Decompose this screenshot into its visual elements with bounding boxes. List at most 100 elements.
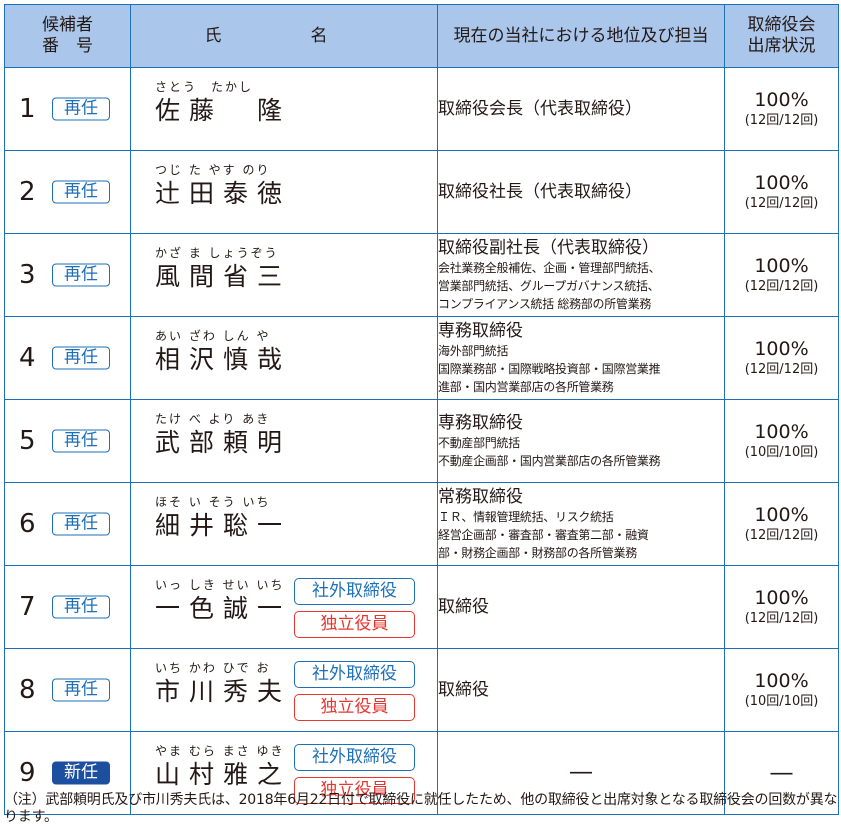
candidate-number-cell: 3 再任 — [4, 233, 131, 317]
header-position: 現在の当社における地位及び担当 — [437, 4, 725, 68]
attendance-cell: 100% (12回/12回) — [724, 316, 839, 400]
position-duty: 不動産部門統括 — [438, 436, 520, 450]
position-cell: 取締役社長（代表取締役） — [437, 150, 725, 234]
candidate-number-cell: 2 再任 — [4, 150, 131, 234]
candidate-table: 候補者 番 号 氏 名 現在の当社における地位及び担当 取締役会 出席状況 1 … — [4, 4, 839, 815]
position-duty: 営業部門統括、グループガバナンス統括、 — [438, 279, 660, 293]
candidate-number-cell: 6 再任 — [4, 482, 131, 566]
name-cell: つじ た やす のり 辻田泰徳 — [130, 150, 438, 234]
candidate-name: 山村雅之 — [155, 760, 292, 789]
name-cell: いっ しき せい いち 一色誠一 社外取締役 独立役員 — [130, 565, 438, 649]
table-row: 6 再任 ほそ い そう いち 細井聡一 常務取締役 ＩＲ、情報管理統括、リスク… — [4, 482, 839, 566]
attendance-cell: 100% (12回/12回) — [724, 233, 839, 317]
position-title: 専務取締役 — [438, 413, 523, 433]
candidate-name: 市川秀夫 — [155, 677, 292, 706]
status-badge: 再任 — [52, 97, 110, 121]
attendance-cell: 100% (12回/12回) — [724, 150, 839, 234]
candidate-name: 一色誠一 — [155, 594, 292, 623]
name-ruby: あい ざわ しん や — [155, 329, 271, 343]
candidate-number-cell: 8 再任 — [4, 648, 131, 732]
attendance-rate: 100% — [754, 421, 809, 443]
header-candidate-number: 候補者 番 号 — [4, 4, 131, 68]
candidate-number: 3 — [19, 260, 36, 290]
candidate-number: 6 — [19, 509, 36, 539]
header-no-line2: 番 号 — [42, 36, 93, 56]
attendance-count: (12回/12回) — [744, 196, 819, 211]
position-cell: 取締役 — [437, 565, 725, 649]
table-row: 8 再任 いち かわ ひで お 市川秀夫 社外取締役 独立役員 取締役 100%… — [4, 648, 839, 732]
attendance-count: (12回/12回) — [744, 113, 819, 128]
table-row: 3 再任 かざ ま しょうぞう 風間省三 取締役副社長（代表取締役） 会社業務全… — [4, 233, 839, 317]
name-cell: たけ べ より あき 武部頼明 — [130, 399, 438, 483]
position-cell: 専務取締役 海外部門統括 国際業務部・国際戦略投資部・国際営業推 進部・国内営業… — [437, 316, 725, 400]
position-title: 取締役副社長（代表取締役） — [438, 238, 659, 258]
position-duty: 経営企画部・審査部・審査第二部・融資 — [438, 528, 649, 542]
position-duty: 国際業務部・国際戦略投資部・国際営業推 — [438, 362, 661, 376]
status-badge: 新任 — [52, 761, 110, 785]
position-title: 常務取締役 — [438, 487, 523, 507]
name-cell: いち かわ ひで お 市川秀夫 社外取締役 独立役員 — [130, 648, 438, 732]
name-cell: ほそ い そう いち 細井聡一 — [130, 482, 438, 566]
candidate-name: 佐藤 隆 — [155, 96, 292, 125]
table-header-row: 候補者 番 号 氏 名 現在の当社における地位及び担当 取締役会 出席状況 — [4, 4, 839, 68]
position-title: ― — [570, 760, 592, 785]
attendance-rate: 100% — [754, 338, 809, 360]
candidate-number: 5 — [19, 426, 36, 456]
attendance-count: (10回/10回) — [744, 694, 819, 709]
name-ruby: たけ べ より あき — [155, 412, 271, 426]
independent-officer-tag: 独立役員 — [294, 611, 415, 638]
name-ruby: やま むら まさ ゆき — [155, 744, 285, 758]
table-row: 7 再任 いっ しき せい いち 一色誠一 社外取締役 独立役員 取締役 100… — [4, 565, 839, 649]
position-cell: 取締役 — [437, 648, 725, 732]
position-title: 専務取締役 — [438, 321, 523, 341]
name-ruby: いっ しき せい いち — [155, 578, 285, 592]
table-row: 4 再任 あい ざわ しん や 相沢慎哉 専務取締役 海外部門統括 国際業務部・… — [4, 316, 839, 400]
status-badge: 再任 — [52, 429, 110, 453]
position-title: 取締役 — [438, 597, 489, 617]
status-badge: 再任 — [52, 595, 110, 619]
position-duty: ＩＲ、情報管理統括、リスク統括 — [438, 510, 614, 524]
independent-officer-tag: 独立役員 — [294, 694, 415, 721]
attendance-count: (12回/12回) — [744, 279, 819, 294]
candidate-name: 武部頼明 — [155, 428, 292, 457]
attendance-rate: 100% — [754, 587, 809, 609]
attendance-cell: 100% (12回/12回) — [724, 67, 839, 151]
table-row: 2 再任 つじ た やす のり 辻田泰徳 取締役社長（代表取締役） 100% (… — [4, 150, 839, 234]
name-ruby: さとう たかし — [155, 80, 254, 94]
header-no-line1: 候補者 — [42, 15, 93, 35]
candidate-name: 風間省三 — [155, 262, 292, 291]
attendance-rate: 100% — [754, 670, 809, 692]
name-ruby: つじ た やす のり — [155, 163, 271, 177]
attendance-count: (12回/12回) — [744, 528, 819, 543]
attendance-rate: 100% — [754, 172, 809, 194]
position-duty: 進部・国内営業部店の各所管業務 — [438, 380, 614, 394]
position-cell: 取締役会長（代表取締役） — [437, 67, 725, 151]
attendance-count: (12回/12回) — [744, 362, 819, 377]
candidate-number-cell: 1 再任 — [4, 67, 131, 151]
attendance-rate: ― — [770, 760, 793, 786]
attendance-rate: 100% — [754, 255, 809, 277]
attendance-rate: 100% — [754, 504, 809, 526]
attendance-count: (10回/10回) — [744, 445, 819, 460]
status-badge: 再任 — [52, 263, 110, 287]
outside-director-tag: 社外取締役 — [294, 578, 415, 605]
outside-director-tag: 社外取締役 — [294, 661, 415, 688]
status-badge: 再任 — [52, 678, 110, 702]
header-att-line2: 出席状況 — [747, 36, 816, 56]
candidate-number-cell: 5 再任 — [4, 399, 131, 483]
footnote: （注）武部頼明氏及び市川秀夫氏は、2018年6月22日付で取締役に就任したため、… — [4, 792, 838, 825]
candidate-name: 相沢慎哉 — [155, 345, 292, 374]
attendance-count: (12回/12回) — [744, 611, 819, 626]
candidate-number: 2 — [19, 177, 36, 207]
status-badge: 再任 — [52, 180, 110, 204]
attendance-cell: 100% (12回/12回) — [724, 482, 839, 566]
header-name-label: 氏 名 — [204, 25, 364, 46]
candidate-number-cell: 4 再任 — [4, 316, 131, 400]
attendance-cell: 100% (12回/12回) — [724, 565, 839, 649]
candidate-name: 細井聡一 — [155, 511, 292, 540]
header-attendance: 取締役会 出席状況 — [724, 4, 839, 68]
candidate-number: 8 — [19, 675, 36, 705]
name-cell: さとう たかし 佐藤 隆 — [130, 67, 438, 151]
position-title: 取締役社長（代表取締役） — [438, 182, 642, 202]
position-duty: 部・財務企画部・財務部の各所管業務 — [438, 546, 637, 560]
